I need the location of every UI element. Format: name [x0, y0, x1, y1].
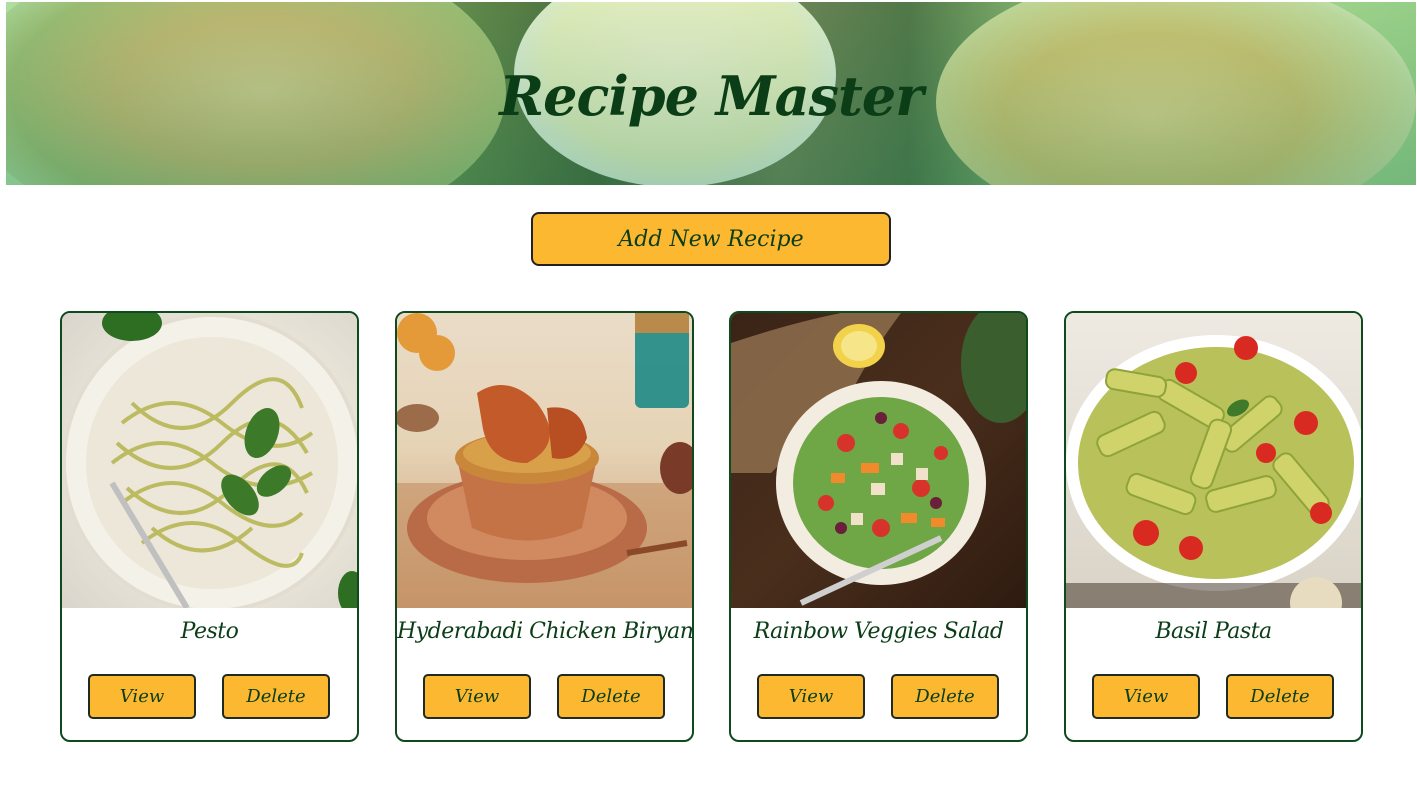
- recipe-title: Pesto: [180, 619, 239, 644]
- recipe-image: [1066, 313, 1361, 608]
- view-button[interactable]: View: [88, 674, 196, 719]
- recipe-image: [731, 313, 1026, 608]
- recipe-card: Pesto View Delete: [60, 311, 359, 742]
- delete-button[interactable]: Delete: [1226, 674, 1334, 719]
- view-button[interactable]: View: [1092, 674, 1200, 719]
- add-new-recipe-button[interactable]: Add New Recipe: [531, 212, 891, 266]
- recipe-card: Basil Pasta View Delete: [1064, 311, 1363, 742]
- recipe-card: Rainbow Veggies Salad View Delete: [729, 311, 1028, 742]
- recipe-image: [62, 313, 357, 608]
- page-title: Recipe Master: [499, 64, 923, 128]
- header-banner: Recipe Master: [6, 2, 1416, 185]
- recipe-title: Basil Pasta: [1155, 619, 1272, 644]
- recipe-card: Hyderabadi Chicken Biryani View Delete: [395, 311, 694, 742]
- recipe-title: Rainbow Veggies Salad: [753, 619, 1004, 644]
- delete-button[interactable]: Delete: [222, 674, 330, 719]
- view-button[interactable]: View: [423, 674, 531, 719]
- recipe-list: Pesto View Delete Hyderabadi Chicken Bir…: [60, 311, 1363, 743]
- delete-button[interactable]: Delete: [891, 674, 999, 719]
- delete-button[interactable]: Delete: [557, 674, 665, 719]
- recipe-title: Hyderabadi Chicken Biryani: [397, 619, 694, 644]
- recipe-image: [397, 313, 692, 608]
- view-button[interactable]: View: [757, 674, 865, 719]
